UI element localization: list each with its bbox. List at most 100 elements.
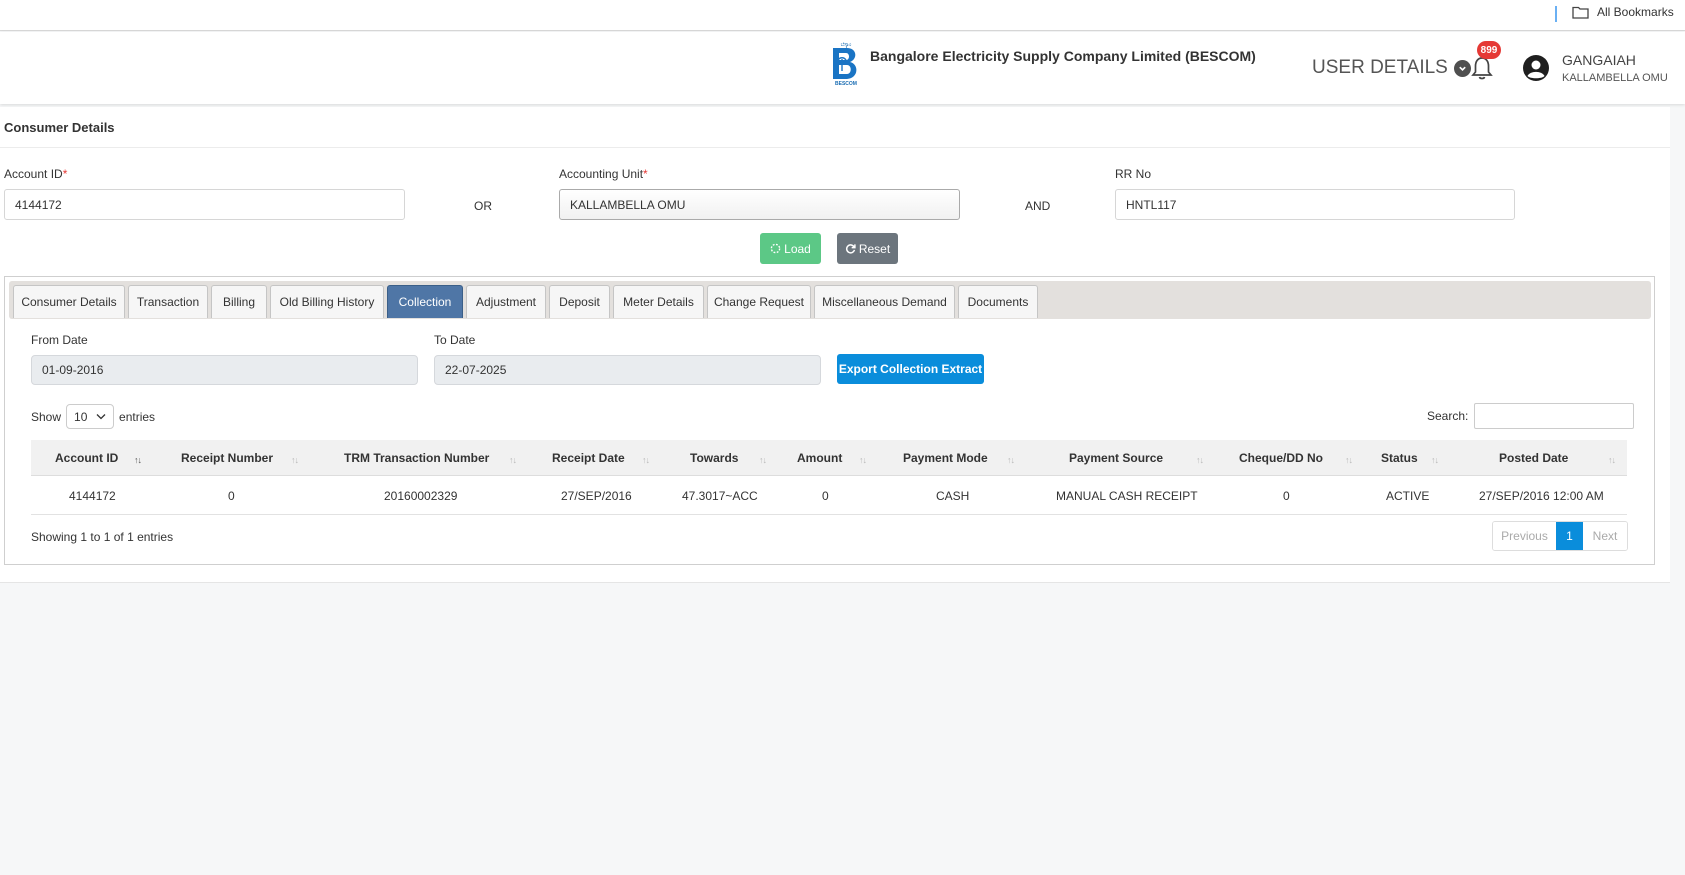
cell-posted-date: 27/SEP/2016 12:00 AM bbox=[1479, 489, 1604, 503]
col-trm-transaction-number[interactable]: TRM Transaction Number bbox=[344, 440, 489, 476]
cell-towards: 47.3017~ACC bbox=[682, 489, 758, 503]
to-date-label: To Date bbox=[434, 333, 476, 347]
sort-icon[interactable]: ↑↓ bbox=[1608, 455, 1616, 465]
next-page-button[interactable]: Next bbox=[1583, 522, 1627, 550]
table-search: Search: bbox=[1427, 403, 1635, 429]
tab-billing[interactable]: Billing bbox=[211, 285, 267, 318]
col-status[interactable]: Status bbox=[1381, 440, 1418, 476]
accounting-unit-label: Accounting Unit* bbox=[559, 167, 648, 181]
user-name: GANGAIAH bbox=[1562, 52, 1636, 68]
col-towards[interactable]: Towards bbox=[690, 440, 738, 476]
cell-trm-transaction-number: 20160002329 bbox=[384, 489, 458, 503]
table-header: Account ID ↑↓ Receipt Number ↑↓ TRM Tran… bbox=[31, 440, 1627, 476]
or-label: OR bbox=[474, 199, 492, 213]
user-details-label: USER DETAILS bbox=[1312, 57, 1448, 78]
reset-button[interactable]: Reset bbox=[837, 233, 898, 264]
show-label: Show bbox=[31, 409, 62, 424]
tab-consumer-details[interactable]: Consumer Details bbox=[13, 285, 125, 318]
sort-icon[interactable]: ↑↓ bbox=[134, 455, 142, 465]
sort-icon[interactable]: ↑↓ bbox=[1345, 455, 1353, 465]
company-name: Bangalore Electricity Supply Company Lim… bbox=[870, 48, 1256, 64]
col-amount[interactable]: Amount bbox=[797, 440, 842, 476]
cell-payment-mode: CASH bbox=[936, 489, 970, 503]
from-date-input[interactable]: 01-09-2016 bbox=[31, 355, 418, 385]
sort-icon[interactable]: ↑↓ bbox=[759, 455, 767, 465]
col-payment-mode[interactable]: Payment Mode bbox=[903, 440, 988, 476]
user-avatar-icon[interactable] bbox=[1522, 54, 1550, 82]
required-mark: * bbox=[643, 167, 648, 181]
sort-icon[interactable]: ↑↓ bbox=[1196, 455, 1204, 465]
col-posted-date[interactable]: Posted Date bbox=[1499, 440, 1568, 476]
table-info: Showing 1 to 1 of 1 entries bbox=[31, 530, 174, 544]
col-receipt-date[interactable]: Receipt Date bbox=[552, 440, 625, 476]
cell-payment-source: MANUAL CASH RECEIPT bbox=[1056, 489, 1198, 503]
search-input[interactable] bbox=[1474, 403, 1635, 429]
chevron-down-icon bbox=[1453, 59, 1471, 77]
export-collection-button[interactable]: Export Collection Extract bbox=[837, 354, 984, 384]
tab-documents[interactable]: Documents bbox=[958, 285, 1038, 318]
folder-icon bbox=[1572, 6, 1589, 19]
tab-old-billing-history[interactable]: Old Billing History bbox=[270, 285, 384, 318]
rr-no-label: RR No bbox=[1115, 167, 1152, 181]
sort-icon[interactable]: ↑↓ bbox=[291, 455, 299, 465]
cell-account-id: 4144172 bbox=[69, 489, 116, 503]
tabs-container: Consumer Details Transaction Billing Old… bbox=[4, 276, 1655, 565]
bookmarks-bar: All Bookmarks bbox=[0, 0, 1685, 31]
cell-status: ACTIVE bbox=[1386, 489, 1430, 503]
entries-select[interactable]: 10 bbox=[66, 404, 115, 429]
refresh-icon bbox=[845, 244, 856, 254]
user-unit: KALLAMBELLA OMU bbox=[1562, 72, 1668, 84]
tab-adjustment[interactable]: Adjustment bbox=[466, 285, 546, 318]
tab-meter-details[interactable]: Meter Details bbox=[613, 285, 704, 318]
cell-amount: 0 bbox=[822, 489, 829, 503]
bookmarks-separator bbox=[1555, 6, 1557, 22]
col-payment-source[interactable]: Payment Source bbox=[1069, 440, 1163, 476]
chevron-down-icon bbox=[96, 414, 106, 420]
account-id-label: Account ID* bbox=[4, 167, 68, 181]
col-account-id[interactable]: Account ID bbox=[55, 440, 118, 476]
page-title: Consumer Details bbox=[4, 120, 115, 135]
app-header: ಬೆಸ್ಕಾಂ BESCOM Bangalore Electricity Sup… bbox=[0, 32, 1685, 104]
svg-text:ಬೆಸ್ಕಾಂ: ಬೆಸ್ಕಾಂ bbox=[841, 42, 852, 48]
sort-icon[interactable]: ↑↓ bbox=[1007, 455, 1015, 465]
page-length-control: Show 10 entries bbox=[31, 404, 155, 429]
svg-text:BESCOM: BESCOM bbox=[835, 81, 857, 87]
col-cheque-dd-no[interactable]: Cheque/DD No bbox=[1239, 440, 1323, 476]
sort-icon[interactable]: ↑↓ bbox=[1431, 455, 1439, 465]
tab-change-request[interactable]: Change Request bbox=[707, 285, 811, 318]
sort-icon[interactable]: ↑↓ bbox=[642, 455, 650, 465]
all-bookmarks-button[interactable]: All Bookmarks bbox=[1572, 5, 1674, 19]
sort-icon[interactable]: ↑↓ bbox=[509, 455, 517, 465]
accounting-unit-select[interactable] bbox=[559, 189, 960, 220]
account-id-input[interactable] bbox=[4, 189, 405, 220]
and-label: AND bbox=[1025, 199, 1051, 213]
pagination: Previous 1 Next bbox=[1492, 521, 1628, 551]
sort-icon[interactable]: ↑↓ bbox=[859, 455, 867, 465]
from-date-label: From Date bbox=[31, 333, 88, 347]
rr-no-input[interactable] bbox=[1115, 189, 1515, 220]
all-bookmarks-label: All Bookmarks bbox=[1597, 5, 1674, 19]
table-row[interactable]: 4144172 0 20160002329 27/SEP/2016 47.301… bbox=[31, 477, 1627, 515]
tab-transaction[interactable]: Transaction bbox=[128, 285, 208, 318]
divider bbox=[0, 147, 1670, 148]
cell-cheque-dd-no: 0 bbox=[1283, 489, 1290, 503]
user-details-dropdown[interactable]: USER DETAILS bbox=[1312, 57, 1471, 79]
to-date-input[interactable]: 22-07-2025 bbox=[434, 355, 821, 385]
bescom-logo-icon: ಬೆಸ್ಕಾಂ BESCOM bbox=[833, 42, 857, 87]
cell-receipt-number: 0 bbox=[228, 489, 235, 503]
col-receipt-number[interactable]: Receipt Number bbox=[181, 440, 273, 476]
notification-count-badge[interactable]: 899 bbox=[1477, 41, 1501, 59]
cell-receipt-date: 27/SEP/2016 bbox=[561, 489, 632, 503]
required-mark: * bbox=[62, 167, 68, 181]
tab-collection[interactable]: Collection bbox=[387, 285, 463, 318]
entries-label: entries bbox=[119, 409, 156, 424]
previous-page-button[interactable]: Previous bbox=[1493, 522, 1556, 550]
search-label: Search: bbox=[1427, 409, 1469, 423]
tab-deposit[interactable]: Deposit bbox=[549, 285, 610, 318]
tab-strip: Consumer Details Transaction Billing Old… bbox=[9, 281, 1651, 319]
brand[interactable]: ಬೆಸ್ಕಾಂ BESCOM Bangalore Electricity Sup… bbox=[828, 41, 1256, 87]
spinner-icon bbox=[770, 243, 781, 254]
page-1-button[interactable]: 1 bbox=[1556, 522, 1583, 550]
load-button[interactable]: Load bbox=[760, 233, 821, 264]
tab-miscellaneous-demand[interactable]: Miscellaneous Demand bbox=[814, 285, 955, 318]
